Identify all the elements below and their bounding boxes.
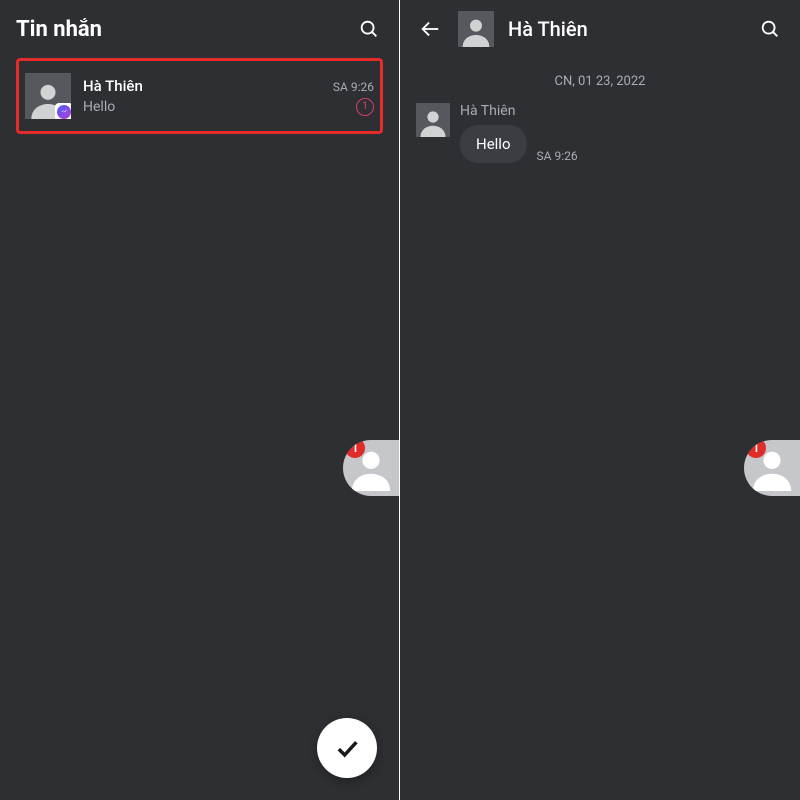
conversation-preview: Hello — [83, 99, 115, 115]
conversation-list: Hà Thiên SA 9:26 Hello 1 — [0, 58, 399, 134]
chat-head[interactable]: 1 — [343, 440, 399, 496]
messenger-icon — [60, 108, 68, 116]
avatar[interactable] — [416, 103, 450, 137]
chat-head[interactable]: 1 — [744, 440, 800, 496]
person-icon — [460, 15, 492, 47]
conversation-item[interactable]: Hà Thiên SA 9:26 Hello 1 — [16, 58, 383, 134]
message-bubble[interactable]: Hello — [460, 125, 527, 163]
conversation-title: Hà Thiên — [508, 17, 742, 41]
conversation-name: Hà Thiên — [83, 77, 143, 95]
conversation-header: Hà Thiên — [400, 0, 800, 58]
search-icon — [759, 18, 781, 40]
sender-name: Hà Thiên — [460, 103, 578, 119]
confirm-fab[interactable] — [317, 718, 377, 778]
list-header: Tin nhắn — [0, 0, 399, 58]
avatar — [25, 73, 71, 119]
check-icon — [333, 734, 361, 762]
messages-list-screen: Tin nhắn Hà Thiên SA 9:26 Hello — [0, 0, 400, 800]
person-icon — [418, 107, 448, 137]
arrow-left-icon — [419, 18, 441, 40]
date-separator: CN, 01 23, 2022 — [400, 58, 800, 103]
message-block: Hà Thiên Hello SA 9:26 — [400, 103, 800, 163]
search-button[interactable] — [355, 15, 383, 43]
messenger-badge — [55, 103, 71, 119]
conversation-screen: Hà Thiên CN, 01 23, 2022 Hà Thiên Hello … — [400, 0, 800, 800]
unread-badge: 1 — [356, 98, 374, 116]
search-button[interactable] — [756, 15, 784, 43]
conversation-time: SA 9:26 — [333, 80, 374, 94]
conversation-text: Hà Thiên SA 9:26 Hello 1 — [83, 73, 374, 119]
back-button[interactable] — [416, 15, 444, 43]
search-icon — [358, 18, 380, 40]
page-title: Tin nhắn — [16, 17, 341, 42]
avatar[interactable] — [458, 11, 494, 47]
message-time: SA 9:26 — [537, 149, 578, 163]
